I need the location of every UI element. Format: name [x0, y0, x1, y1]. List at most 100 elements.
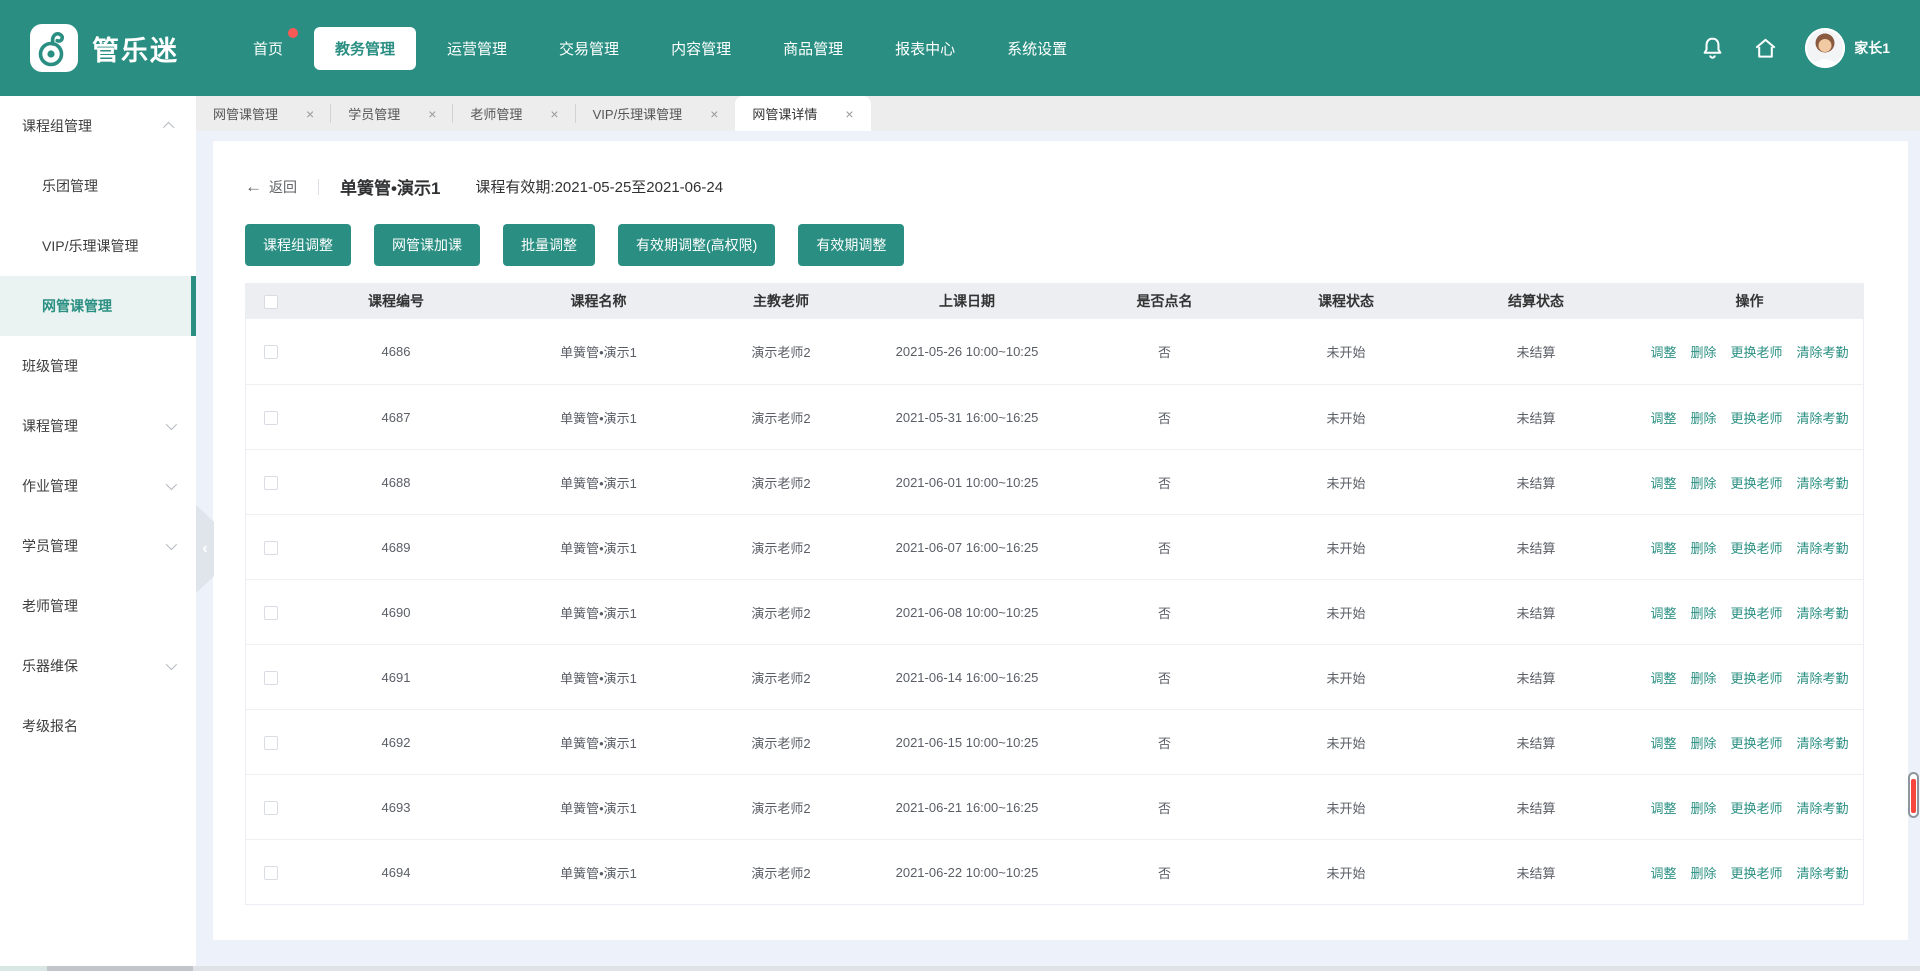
toolbar-button-2[interactable]: 网管课加课 — [374, 224, 480, 266]
nav-item-7[interactable]: 报表中心 — [874, 27, 976, 70]
close-icon[interactable]: × — [306, 106, 314, 122]
cell-rollcall: 否 — [1073, 603, 1256, 622]
cell-course_name: 单簧管•演示1 — [496, 668, 701, 687]
row-checkbox[interactable] — [264, 866, 278, 880]
row-checkbox[interactable] — [264, 345, 278, 359]
close-icon[interactable]: × — [428, 106, 436, 122]
action-link-3[interactable]: 更换老师 — [1731, 736, 1783, 751]
user-menu[interactable]: 家长1 — [1805, 28, 1890, 68]
toolbar-button-4[interactable]: 有效期调整(高权限) — [618, 224, 775, 266]
top-header: 管乐迷 首页教务管理运营管理交易管理内容管理商品管理报表中心系统设置 — [0, 0, 1920, 96]
tab-5[interactable]: 网管课详情× — [735, 96, 870, 131]
action-link-3[interactable]: 更换老师 — [1731, 476, 1783, 491]
column-header-4: 上课日期 — [861, 291, 1073, 311]
nav-item-4[interactable]: 交易管理 — [538, 27, 640, 70]
row-checkbox[interactable] — [264, 476, 278, 490]
nav-item-2[interactable]: 教务管理 — [314, 27, 416, 70]
home-icon[interactable] — [1752, 35, 1779, 62]
select-all-checkbox[interactable] — [264, 295, 278, 309]
sidebar-item-5[interactable]: 班级管理 — [0, 336, 196, 396]
cell-course_name: 单簧管•演示1 — [496, 863, 701, 882]
bell-icon[interactable] — [1699, 35, 1726, 62]
action-link-2[interactable]: 删除 — [1690, 801, 1716, 816]
tab-label: 老师管理 — [470, 104, 522, 123]
sidebar-item-label: 老师管理 — [22, 596, 78, 616]
cell-course_no: 4689 — [296, 540, 496, 555]
action-link-4[interactable]: 清除考勤 — [1797, 736, 1849, 751]
tab-3[interactable]: 老师管理 × — [453, 96, 575, 131]
row-checkbox-cell — [246, 734, 296, 750]
action-link-2[interactable]: 删除 — [1690, 736, 1716, 751]
sidebar-item-7[interactable]: 作业管理 — [0, 456, 196, 516]
action-link-1[interactable]: 调整 — [1650, 736, 1676, 751]
toolbar-button-1[interactable]: 课程组调整 — [245, 224, 351, 266]
nav-item-1[interactable]: 首页 — [232, 27, 304, 70]
action-link-2[interactable]: 删除 — [1690, 345, 1716, 360]
action-link-1[interactable]: 调整 — [1650, 801, 1676, 816]
close-icon[interactable]: × — [845, 106, 853, 122]
row-checkbox[interactable] — [264, 541, 278, 555]
action-link-4[interactable]: 清除考勤 — [1797, 801, 1849, 816]
cell-settle_status: 未结算 — [1436, 408, 1636, 427]
row-checkbox[interactable] — [264, 736, 278, 750]
sidebar-item-4[interactable]: 网管课管理 — [0, 276, 196, 336]
action-link-1[interactable]: 调整 — [1650, 606, 1676, 621]
sidebar-item-1[interactable]: 课程组管理 — [0, 96, 196, 156]
close-icon[interactable]: × — [550, 106, 558, 122]
row-checkbox[interactable] — [264, 801, 278, 815]
sidebar-item-11[interactable]: 考级报名 — [0, 696, 196, 756]
action-link-1[interactable]: 调整 — [1650, 541, 1676, 556]
sidebar-item-3[interactable]: VIP/乐理课管理 — [0, 216, 196, 276]
action-link-3[interactable]: 更换老师 — [1731, 345, 1783, 360]
cell-teacher: 演示老师2 — [701, 668, 861, 687]
nav-item-3[interactable]: 运营管理 — [426, 27, 528, 70]
action-link-1[interactable]: 调整 — [1650, 345, 1676, 360]
row-checkbox[interactable] — [264, 671, 278, 685]
horizontal-scrollbar[interactable] — [0, 966, 1920, 971]
tab-4[interactable]: VIP/乐理课管理× — [576, 96, 736, 131]
action-link-1[interactable]: 调整 — [1650, 671, 1676, 686]
action-link-1[interactable]: 调整 — [1650, 866, 1676, 881]
action-link-2[interactable]: 删除 — [1690, 476, 1716, 491]
action-link-2[interactable]: 删除 — [1690, 866, 1716, 881]
action-link-3[interactable]: 更换老师 — [1731, 801, 1783, 816]
sidebar-item-8[interactable]: 学员管理 — [0, 516, 196, 576]
action-link-3[interactable]: 更换老师 — [1731, 866, 1783, 881]
action-link-2[interactable]: 删除 — [1690, 541, 1716, 556]
action-link-4[interactable]: 清除考勤 — [1797, 476, 1849, 491]
row-checkbox-cell — [246, 474, 296, 490]
action-link-4[interactable]: 清除考勤 — [1797, 671, 1849, 686]
close-icon[interactable]: × — [710, 106, 718, 122]
toolbar-button-5[interactable]: 有效期调整 — [798, 224, 904, 266]
action-link-1[interactable]: 调整 — [1650, 476, 1676, 491]
action-link-4[interactable]: 清除考勤 — [1797, 345, 1849, 360]
action-link-1[interactable]: 调整 — [1650, 411, 1676, 426]
vertical-scrollbar-thumb[interactable] — [1908, 772, 1919, 818]
sidebar-item-6[interactable]: 课程管理 — [0, 396, 196, 456]
toolbar-button-3[interactable]: 批量调整 — [503, 224, 595, 266]
action-link-4[interactable]: 清除考勤 — [1797, 606, 1849, 621]
sidebar-item-2[interactable]: 乐团管理 — [0, 156, 196, 216]
nav-item-5[interactable]: 内容管理 — [650, 27, 752, 70]
nav-item-8[interactable]: 系统设置 — [986, 27, 1088, 70]
horizontal-scrollbar-thumb[interactable] — [47, 966, 193, 971]
cell-date: 2021-06-14 16:00~16:25 — [861, 670, 1073, 685]
nav-item-6[interactable]: 商品管理 — [762, 27, 864, 70]
action-link-4[interactable]: 清除考勤 — [1797, 866, 1849, 881]
action-link-2[interactable]: 删除 — [1690, 606, 1716, 621]
row-checkbox[interactable] — [264, 411, 278, 425]
tab-2[interactable]: 学员管理× — [331, 96, 453, 131]
sidebar-item-10[interactable]: 乐器维保 — [0, 636, 196, 696]
row-checkbox[interactable] — [264, 606, 278, 620]
back-button[interactable]: ← 返回 — [245, 177, 297, 197]
action-link-4[interactable]: 清除考勤 — [1797, 541, 1849, 556]
tab-1[interactable]: 网管课管理× — [196, 96, 331, 131]
action-link-4[interactable]: 清除考勤 — [1797, 411, 1849, 426]
action-link-3[interactable]: 更换老师 — [1731, 606, 1783, 621]
action-link-2[interactable]: 删除 — [1690, 411, 1716, 426]
action-link-3[interactable]: 更换老师 — [1731, 671, 1783, 686]
sidebar-item-9[interactable]: 老师管理 — [0, 576, 196, 636]
action-link-2[interactable]: 删除 — [1690, 671, 1716, 686]
action-link-3[interactable]: 更换老师 — [1731, 541, 1783, 556]
action-link-3[interactable]: 更换老师 — [1731, 411, 1783, 426]
